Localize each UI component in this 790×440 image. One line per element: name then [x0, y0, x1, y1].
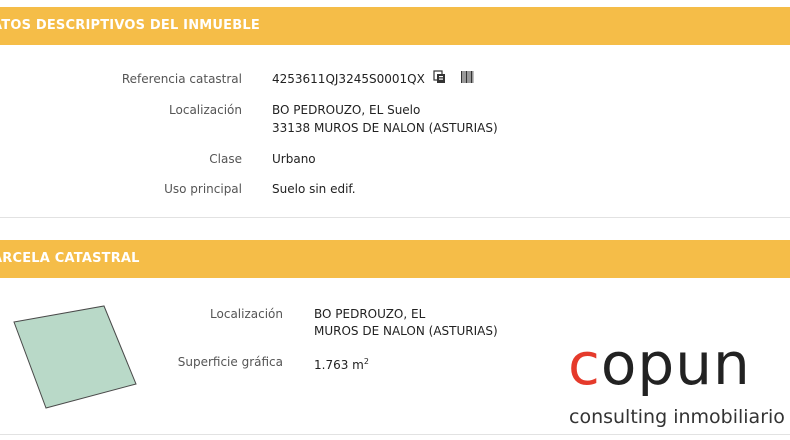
logo-word-rest: opun [600, 330, 751, 398]
logo-tagline: consulting inmobiliario [569, 406, 785, 428]
uso-principal-label: Uso principal [164, 182, 242, 196]
superficie-label: Superficie gráfica [177, 355, 283, 369]
barcode-icon[interactable] [460, 70, 474, 89]
localizacion-line2: 33138 MUROS DE NALON (ASTURIAS) [272, 121, 498, 135]
localizacion-line1: BO PEDROUZO, EL Suelo [272, 103, 421, 117]
logo-wordmark: copun [568, 330, 751, 398]
ref-catastral-value: 4253611QJ3245S0001QX [272, 70, 474, 89]
copy-icon[interactable] [433, 70, 447, 89]
clase-value: Urbano [272, 152, 316, 166]
logo-letter-c: c [568, 330, 601, 398]
section-header-parcela: ARCELA CATASTRAL [0, 240, 790, 278]
section-title: ARCELA CATASTRAL [0, 251, 140, 266]
parcela-localizacion-line1: BO PEDROUZO, EL [314, 307, 426, 321]
ref-catastral-text: 4253611QJ3245S0001QX [272, 72, 425, 86]
parcel-shape [13, 305, 137, 409]
section-title: ATOS DESCRIPTIVOS DEL INMUEBLE [0, 18, 260, 33]
ref-catastral-label: Referencia catastral [121, 72, 242, 86]
parcela-localizacion-label: Localización [210, 307, 283, 321]
localizacion-label: Localización [169, 103, 242, 117]
datos-panel: Referencia catastral 4253611QJ3245S0001Q… [0, 45, 790, 218]
superficie-number: 1.763 m [314, 358, 364, 372]
superficie-unit-sup: 2 [363, 357, 369, 366]
copun-logo: copun consulting inmobiliario [566, 330, 790, 436]
clase-label: Clase [209, 152, 242, 166]
section-header-datos: ATOS DESCRIPTIVOS DEL INMUEBLE [0, 7, 790, 45]
superficie-value: 1.763 m2 [314, 353, 369, 374]
parcela-localizacion-line2: MUROS DE NALON (ASTURIAS) [314, 324, 498, 338]
uso-principal-value: Suelo sin edif. [272, 182, 356, 196]
